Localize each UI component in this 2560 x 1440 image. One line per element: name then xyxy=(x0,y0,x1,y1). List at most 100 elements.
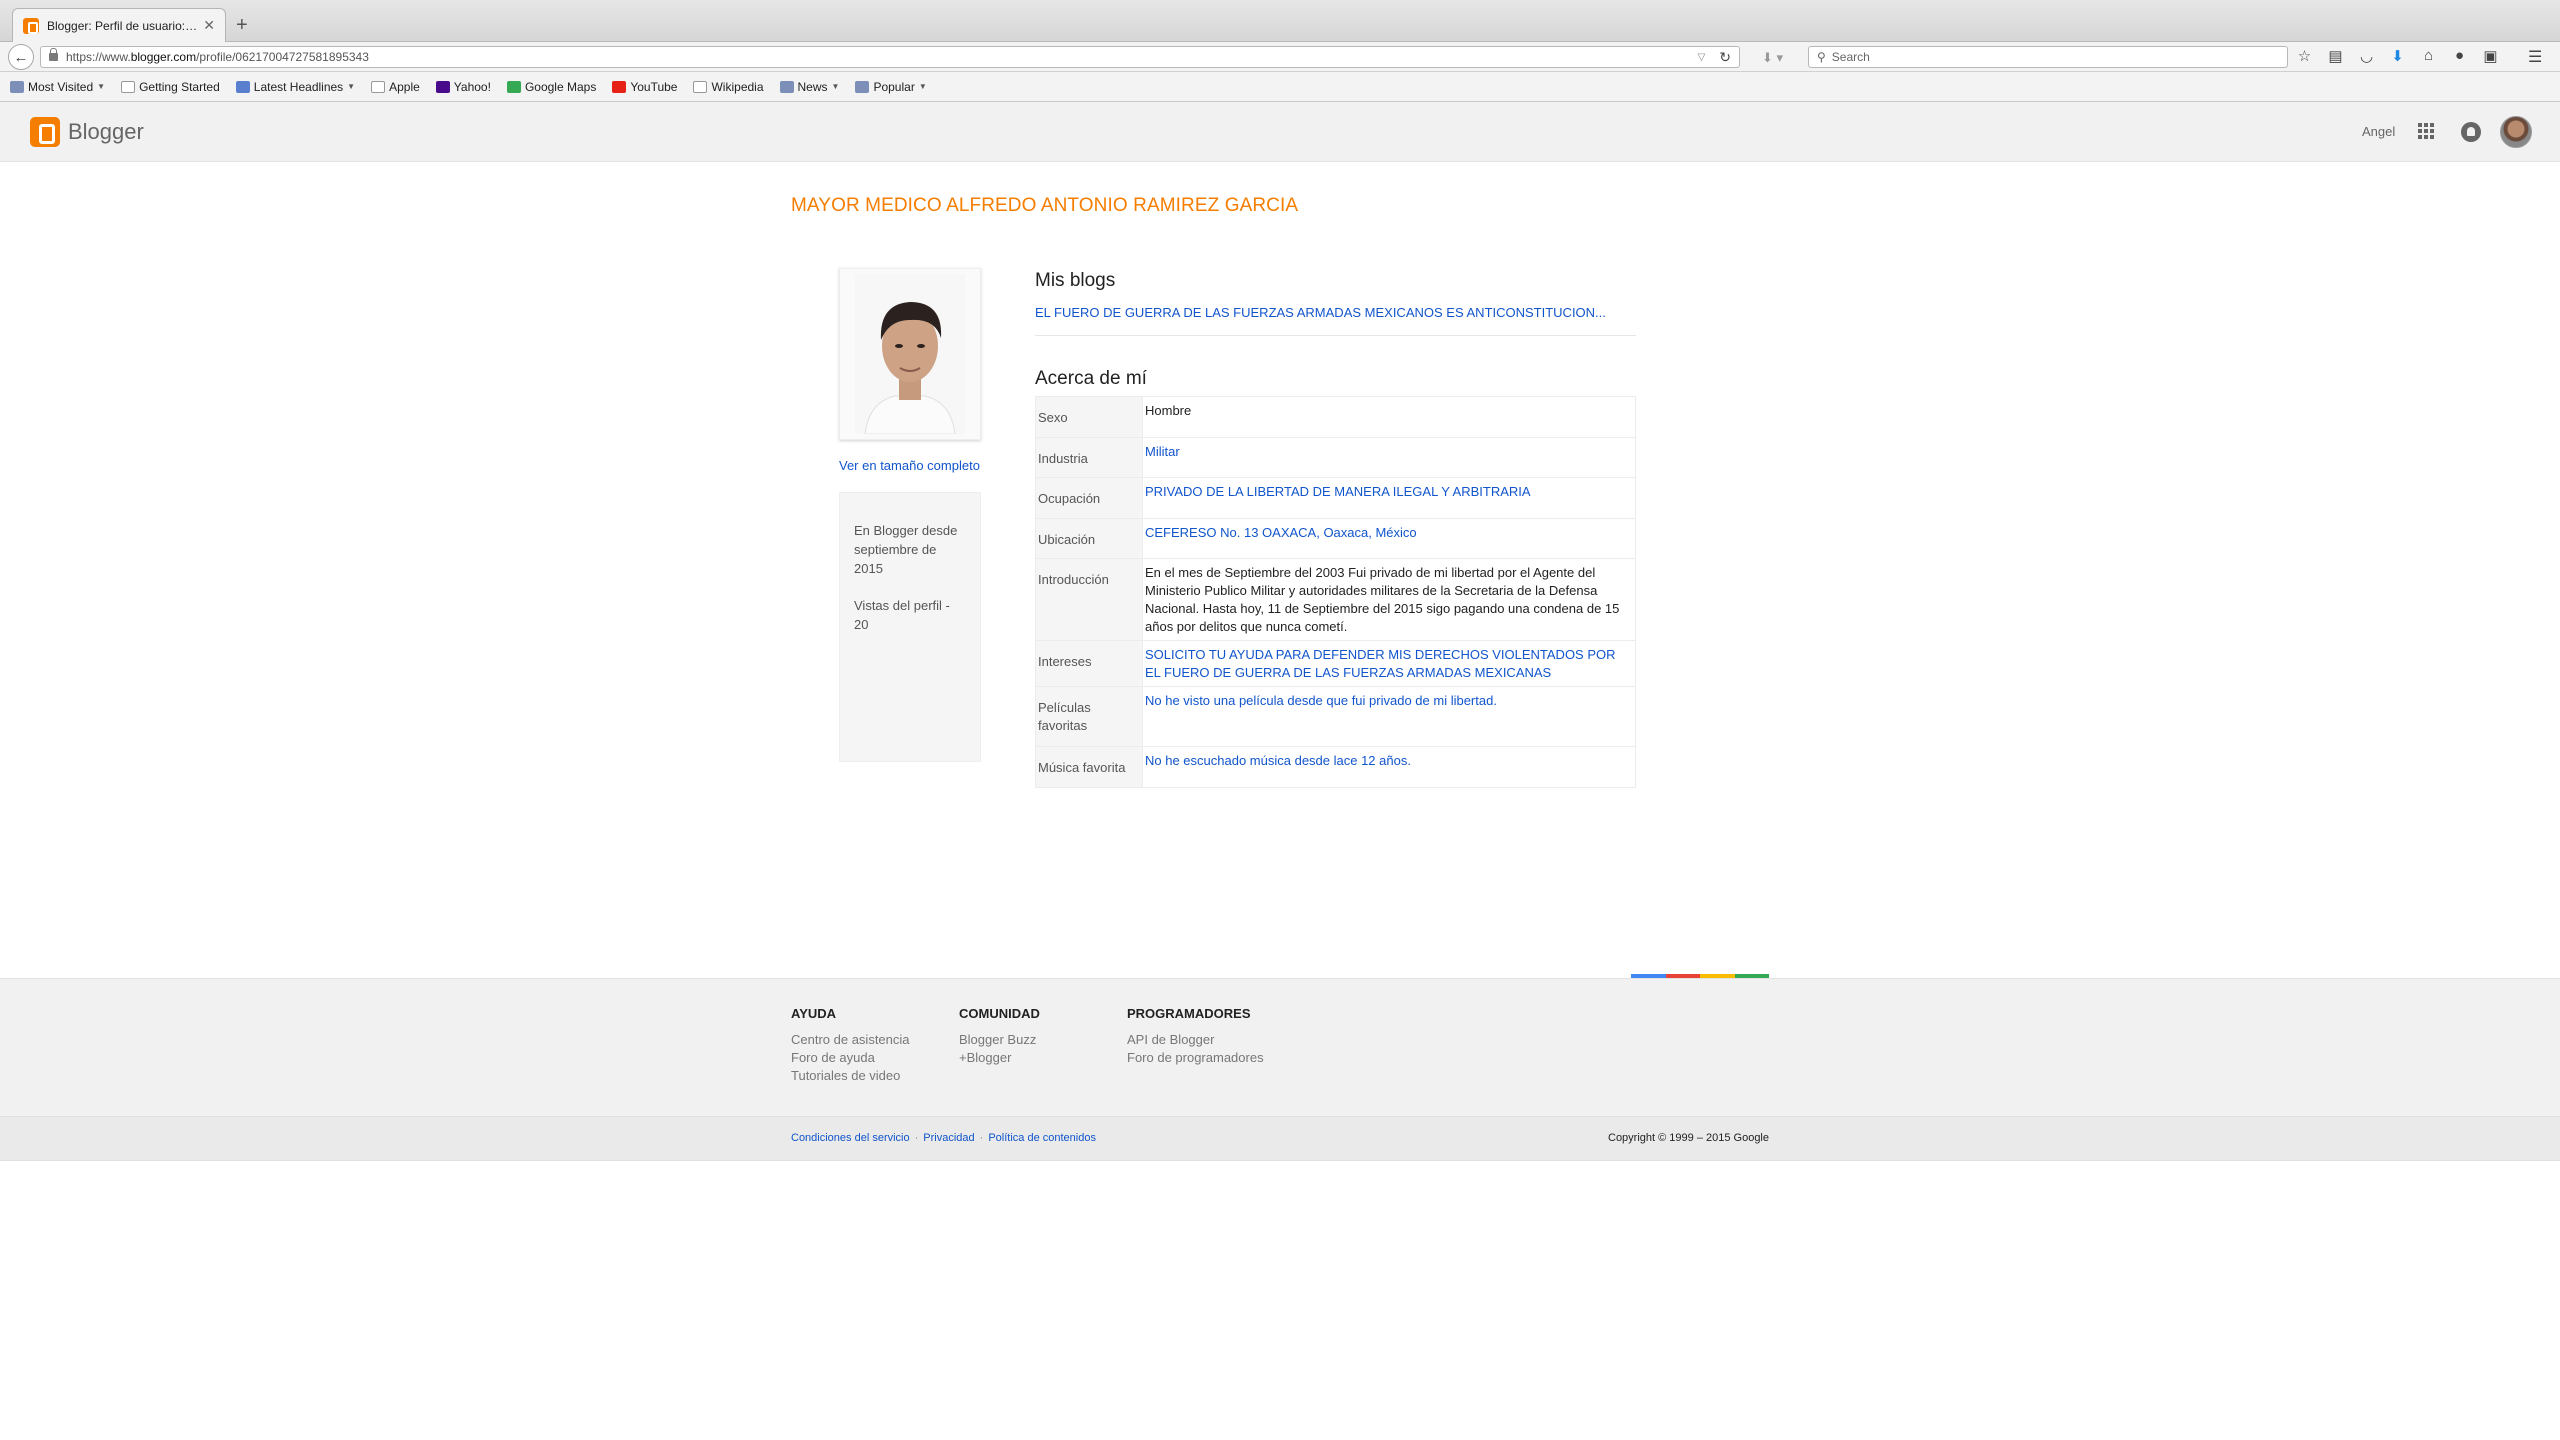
about-label: Música favorita xyxy=(1035,746,1143,788)
search-input[interactable] xyxy=(1831,50,2279,64)
about-row-musica: Música favorita No he escuchado música d… xyxy=(1035,746,1636,788)
section-divider xyxy=(1035,335,1636,336)
location-link[interactable]: CEFERESO No. 13 OAXACA, Oaxaca, México xyxy=(1142,518,1636,559)
privacy-link[interactable]: Privacidad xyxy=(923,1132,974,1144)
chevron-down-icon: ▼ xyxy=(918,82,927,91)
bookmark-popular[interactable]: Popular ▼ xyxy=(855,80,927,94)
chevron-down-icon: ▼ xyxy=(97,82,106,91)
favorite-movies-link[interactable]: No he visto una película desde que fui p… xyxy=(1142,686,1636,747)
folder-icon xyxy=(10,80,24,93)
favorite-music-link[interactable]: No he escuchado música desde lace 12 año… xyxy=(1142,746,1636,788)
member-since-line2: septiembre de 2015 xyxy=(854,542,937,576)
user-name[interactable]: Angel xyxy=(2362,124,2395,139)
blog-link[interactable]: EL FUERO DE GUERRA DE LAS FUERZAS ARMADA… xyxy=(1035,305,1636,320)
toolbar-icons: ☆ ▤ ◡ ⬇ ⌂ ● ▣ xyxy=(2296,47,2499,65)
chat-icon[interactable]: ● xyxy=(2451,47,2468,65)
member-since-line1: En Blogger desde xyxy=(854,523,958,538)
browser-tab-bar: Blogger: Perfil de usuario: ... ✕ + xyxy=(0,0,2560,42)
footer-link[interactable]: Tutoriales de video xyxy=(791,1067,910,1085)
about-label: Intereses xyxy=(1035,640,1143,687)
about-row-introduccion: Introducción En el mes de Septiembre del… xyxy=(1035,558,1636,641)
maps-icon xyxy=(506,80,521,93)
account-avatar[interactable] xyxy=(2500,116,2532,148)
bookmark-google-maps[interactable]: Google Maps xyxy=(506,79,597,94)
occupation-link[interactable]: PRIVADO DE LA LIBERTAD DE MANERA ILEGAL … xyxy=(1142,477,1636,519)
content-policy-link[interactable]: Política de contenidos xyxy=(988,1132,1096,1144)
footer-link[interactable]: Blogger Buzz xyxy=(959,1031,1040,1049)
footer-heading: AYUDA xyxy=(791,1006,837,1021)
terms-of-service-link[interactable]: Condiciones del servicio xyxy=(791,1132,910,1144)
footer-link[interactable]: Foro de ayuda xyxy=(791,1049,910,1067)
footer-link[interactable]: Centro de asistencia xyxy=(791,1031,910,1049)
hamburger-menu-icon[interactable]: ☰ xyxy=(2528,47,2542,67)
footer-link[interactable]: Foro de programadores xyxy=(1127,1049,1264,1067)
footer-link[interactable]: +Blogger xyxy=(959,1049,1040,1067)
about-row-intereses: Intereses SOLICITO TU AYUDA PARA DEFENDE… xyxy=(1035,640,1636,687)
url-path: /profile/06217004727581895343 xyxy=(196,50,369,64)
youtube-toolbar-icon[interactable]: ▣ xyxy=(2482,47,2499,65)
copyright: Copyright © 1999 – 2015 Google xyxy=(1608,1132,1769,1144)
browser-tab[interactable]: Blogger: Perfil de usuario: ... ✕ xyxy=(12,8,226,42)
apps-grid-icon[interactable] xyxy=(2418,123,2434,139)
notifications-bell-icon[interactable] xyxy=(2461,122,2481,142)
about-label: Sexo xyxy=(1035,396,1143,438)
folder-icon xyxy=(855,80,870,93)
search-engine-dropdown-icon[interactable]: ⬇ ▾ xyxy=(1762,50,1783,66)
page-icon xyxy=(121,80,136,93)
bookmark-yahoo[interactable]: Yahoo! xyxy=(435,80,491,94)
interests-link[interactable]: SOLICITO TU AYUDA PARA DEFENDER MIS DERE… xyxy=(1142,640,1636,687)
downloads-icon[interactable]: ⬇ xyxy=(2389,47,2406,65)
bookmark-label: Apple xyxy=(389,79,420,94)
bookmark-label: News xyxy=(797,79,828,94)
url-text: https://www.blogger.com/profile/06217004… xyxy=(66,50,1698,64)
about-row-peliculas: Películas favoritas No he visto una pelí… xyxy=(1035,686,1636,747)
about-label: Industria xyxy=(1035,437,1143,478)
home-icon[interactable]: ⌂ xyxy=(2420,47,2437,65)
blogger-logo[interactable]: Blogger xyxy=(30,117,144,147)
about-row-ocupacion: Ocupación PRIVADO DE LA LIBERTAD DE MANE… xyxy=(1035,477,1636,519)
reload-icon[interactable]: ↻ xyxy=(1719,49,1731,66)
bookmark-news[interactable]: News ▼ xyxy=(779,79,839,94)
about-value: Hombre xyxy=(1142,396,1636,438)
bookmark-youtube[interactable]: YouTube xyxy=(612,80,677,94)
about-label: Ocupación xyxy=(1035,477,1143,519)
url-prefix: https://www. xyxy=(66,50,131,64)
footer-column-ayuda: AYUDA Centro de asistencia Foro de ayuda… xyxy=(791,1005,910,1085)
profile-photo[interactable] xyxy=(839,268,981,440)
back-arrow-icon: ← xyxy=(13,48,29,66)
legal-bar: Condiciones del servicio · Privacidad · … xyxy=(0,1116,2560,1161)
bookmark-most-visited[interactable]: Most Visited ▼ xyxy=(10,80,105,94)
footer-heading: PROGRAMADORES xyxy=(1127,1006,1251,1021)
bookmark-label: Getting Started xyxy=(139,79,220,94)
bookmark-apple[interactable]: Apple xyxy=(371,80,420,94)
bookmarks-bar: Most Visited ▼ Getting Started Latest Hea… xyxy=(0,72,2560,102)
full-size-photo-link[interactable]: Ver en tamaño completo xyxy=(839,458,980,473)
wikipedia-icon xyxy=(693,80,708,93)
bookmark-label: Google Maps xyxy=(524,79,597,94)
search-bar[interactable]: ⚲ xyxy=(1808,46,2288,68)
bookmark-getting-started[interactable]: Getting Started xyxy=(121,80,220,94)
close-tab-icon[interactable]: ✕ xyxy=(203,17,215,34)
bookmark-star-icon[interactable]: ☆ xyxy=(2296,47,2313,65)
back-button[interactable]: ← xyxy=(8,44,34,70)
about-row-sexo: Sexo Hombre xyxy=(1035,396,1636,438)
industry-link[interactable]: Militar xyxy=(1142,437,1636,478)
blogger-logo-icon xyxy=(30,117,60,147)
reading-list-icon[interactable]: ▤ xyxy=(2327,47,2344,65)
introduction-text: En el mes de Septiembre del 2003 Fui pri… xyxy=(1142,558,1636,641)
footer-column-comunidad: COMUNIDAD Blogger Buzz +Blogger xyxy=(959,1005,1040,1067)
footer-link[interactable]: API de Blogger xyxy=(1127,1031,1264,1049)
bookmark-wikipedia[interactable]: Wikipedia xyxy=(693,80,764,94)
url-bar[interactable]: https://www.blogger.com/profile/06217004… xyxy=(40,46,1740,68)
footer-heading: COMUNIDAD xyxy=(959,1006,1040,1021)
new-tab-button[interactable]: + xyxy=(236,14,248,37)
blogger-header: Blogger Angel xyxy=(0,102,2560,162)
pocket-icon[interactable]: ◡ xyxy=(2358,47,2375,65)
url-host: blogger.com xyxy=(130,50,197,64)
yahoo-icon xyxy=(435,80,450,93)
footer-column-programadores: PROGRAMADORES API de Blogger Foro de pro… xyxy=(1127,1005,1264,1067)
blogger-brand-name: Blogger xyxy=(68,119,144,144)
history-dropdown-icon[interactable]: ▽ xyxy=(1698,52,1706,63)
bookmark-latest-headlines[interactable]: Latest Headlines ▼ xyxy=(235,80,355,94)
lock-icon xyxy=(49,48,58,61)
